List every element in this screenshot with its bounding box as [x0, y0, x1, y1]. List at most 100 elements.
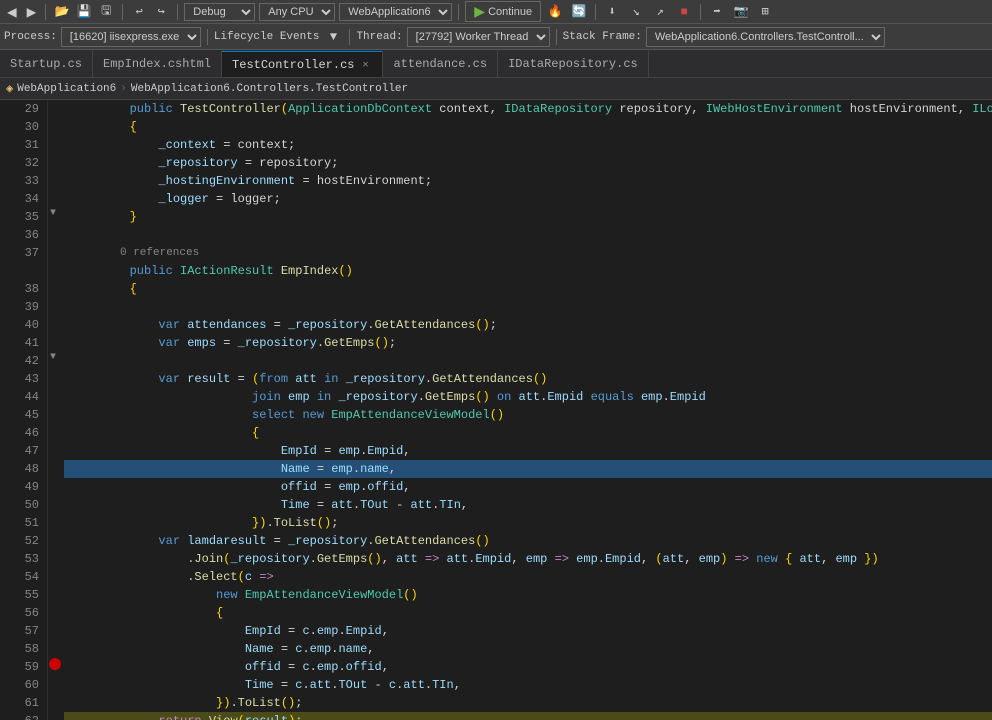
project-dropdown[interactable]: WebApplication6 [339, 3, 452, 21]
solution-icon: ◈ [6, 81, 13, 96]
tab-attendance[interactable]: attendance.cs [383, 51, 498, 77]
code-line-46: { [64, 424, 992, 442]
thread-dropdown[interactable]: [27792] Worker Thread [407, 27, 550, 47]
separator-thread [349, 29, 350, 45]
breadcrumb-sep1: › [120, 83, 127, 95]
step-into-icon[interactable]: ↘ [626, 3, 646, 21]
debug-dropdown[interactable]: Debug Release [184, 3, 255, 21]
camera-icon[interactable]: 📷 [731, 3, 751, 21]
redo-icon[interactable]: ↪ [151, 3, 171, 21]
ln-38: 38 [8, 280, 39, 298]
process-dropdown[interactable]: [16620] iisexpress.exe [61, 27, 201, 47]
forward-nav-icon[interactable]: ➡ [707, 3, 727, 21]
code-line-56: { [64, 604, 992, 622]
code-line-37-group: 0 references public IActionResult EmpInd… [64, 244, 992, 280]
code-line-33: _hostingEnvironment = hostEnvironment; [64, 172, 992, 190]
editor-scroll[interactable]: 29 30 31 32 33 34 35 36 37 38 39 40 41 4… [0, 100, 992, 720]
collapse-45[interactable]: ▼ [50, 352, 56, 363]
ln-59: 59 [8, 658, 39, 676]
nav-fwd-button[interactable]: ▶ [24, 2, 40, 22]
ln-42: 42 [8, 352, 39, 370]
grid-icon[interactable]: ⊞ [755, 3, 775, 21]
code-line-37: public IActionResult EmpIndex() [64, 262, 992, 280]
ln-46: 46 [8, 424, 39, 442]
stop-icon[interactable]: ■ [674, 3, 694, 21]
breakpoint-62[interactable] [49, 658, 61, 670]
separator-stack [556, 29, 557, 45]
ln-34: 34 [8, 190, 39, 208]
separator-1 [45, 4, 46, 20]
code-line-51: }).ToList(); [64, 514, 992, 532]
collapse-37[interactable]: ▼ [50, 208, 56, 219]
ln-54: 54 [8, 568, 39, 586]
ln-52: 52 [8, 532, 39, 550]
code-line-57: EmpId = c.emp.Empid, [64, 622, 992, 640]
solution-label[interactable]: WebApplication6 [17, 83, 116, 95]
line-numbers: 29 30 31 32 33 34 35 36 37 38 39 40 41 4… [0, 100, 48, 720]
tab-empindex-label: EmpIndex.cshtml [103, 57, 211, 71]
ln-41: 41 [8, 334, 39, 352]
ln-55: 55 [8, 586, 39, 604]
ln-33: 33 [8, 172, 39, 190]
code-line-38: { [64, 280, 992, 298]
code-line-61: }).ToList(); [64, 694, 992, 712]
separator-6 [700, 4, 701, 20]
ln-30: 30 [8, 118, 39, 136]
step-out-icon[interactable]: ↗ [650, 3, 670, 21]
code-line-34: _logger = logger; [64, 190, 992, 208]
code-line-62: return View(result); [64, 712, 992, 720]
gutter: ▼ ▼ [48, 100, 64, 720]
code-line-31: _context = context; [64, 136, 992, 154]
tab-startup[interactable]: Startup.cs [0, 51, 93, 77]
ln-60: 60 [8, 676, 39, 694]
code-line-48: Name = emp.name, [64, 460, 992, 478]
continue-button[interactable]: ▶ Continue [465, 1, 541, 22]
code-line-29: public TestController(ApplicationDbConte… [64, 100, 992, 118]
process-bar: Process: [16620] iisexpress.exe Lifecycl… [0, 24, 992, 50]
undo-icon[interactable]: ↩ [129, 3, 149, 21]
lifecycle-label: Lifecycle Events [214, 31, 320, 43]
tab-bar: Startup.cs EmpIndex.cshtml TestControlle… [0, 50, 992, 78]
cpu-dropdown[interactable]: Any CPU x86 x64 [259, 3, 335, 21]
save-all-icon[interactable]: 🖫 [96, 3, 116, 21]
step-over-icon[interactable]: ⬇ [602, 3, 622, 21]
code-line-49: offid = emp.offid, [64, 478, 992, 496]
ln-45: 45 [8, 406, 39, 424]
code-line-44: join emp in _repository.GetEmps() on att… [64, 388, 992, 406]
ln-62: 62 [8, 712, 39, 720]
code-line-50: Time = att.TOut - att.TIn, [64, 496, 992, 514]
continue-label: Continue [488, 6, 532, 18]
fire-icon[interactable]: 🔥 [545, 3, 565, 21]
breadcrumb-class[interactable]: WebApplication6.Controllers.TestControll… [131, 83, 408, 95]
ln-37: 37 [8, 244, 39, 280]
tab-startup-label: Startup.cs [10, 57, 82, 71]
main-toolbar: ◀ ▶ 📂 💾 🖫 ↩ ↪ Debug Release Any CPU x86 … [0, 0, 992, 24]
ln-50: 50 [8, 496, 39, 514]
code-line-59: offid = c.emp.offid, [64, 658, 992, 676]
separator-proc [207, 29, 208, 45]
ln-51: 51 [8, 514, 39, 532]
code-line-55: new EmpAttendanceViewModel() [64, 586, 992, 604]
tab-empindex[interactable]: EmpIndex.cshtml [93, 51, 222, 77]
save-icon[interactable]: 💾 [74, 3, 94, 21]
refs-line-37: 0 references [64, 244, 992, 262]
restart-icon[interactable]: 🔄 [569, 3, 589, 21]
code-line-41: var emps = _repository.GetEmps(); [64, 334, 992, 352]
code-line-36 [64, 226, 992, 244]
stack-frame-dropdown[interactable]: WebApplication6.Controllers.TestControll… [646, 27, 885, 47]
separator-3 [177, 4, 178, 20]
tab-idatarepository[interactable]: IDataRepository.cs [498, 51, 649, 77]
filter-icon[interactable]: ▼ [323, 28, 343, 46]
separator-2 [122, 4, 123, 20]
code-line-35: } [64, 208, 992, 226]
tab-testcontroller-close[interactable]: ✕ [358, 58, 372, 72]
tab-attendance-label: attendance.cs [393, 57, 487, 71]
tab-testcontroller[interactable]: TestController.cs ✕ [222, 51, 383, 77]
tab-idatarepository-label: IDataRepository.cs [508, 57, 638, 71]
ln-40: 40 [8, 316, 39, 334]
open-file-icon[interactable]: 📂 [52, 3, 72, 21]
nav-back-button[interactable]: ◀ [4, 2, 20, 22]
play-icon: ▶ [474, 3, 485, 20]
code-line-30: { [64, 118, 992, 136]
code-content[interactable]: public TestController(ApplicationDbConte… [64, 100, 992, 720]
